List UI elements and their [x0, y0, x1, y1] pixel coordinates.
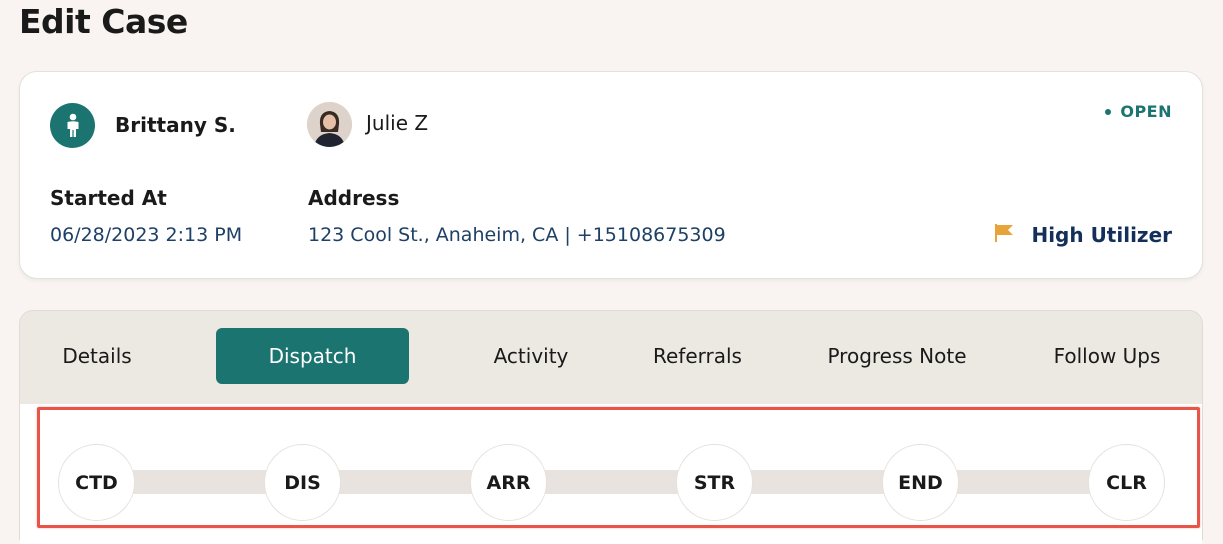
person-icon: [50, 103, 95, 148]
flag-icon: [993, 222, 1015, 248]
worker-name: Julie Z: [366, 111, 429, 135]
status-dot-icon: [1105, 108, 1112, 115]
dispatch-steps-highlight: [37, 407, 1200, 528]
tab-progress-note[interactable]: Progress Note: [804, 328, 990, 384]
address-value: 123 Cool St., Anaheim, CA | +15108675309: [308, 224, 726, 246]
tab-referrals[interactable]: Referrals: [630, 328, 765, 384]
status-badge: OPEN: [1105, 102, 1172, 121]
client-name: Brittany S.: [115, 113, 236, 137]
high-utilizer-tag: High Utilizer: [993, 222, 1172, 248]
page-title: Edit Case: [19, 2, 188, 41]
started-at-value: 06/28/2023 2:13 PM: [50, 224, 243, 246]
address-label: Address: [308, 186, 400, 210]
high-utilizer-label: High Utilizer: [1031, 223, 1172, 247]
tab-dispatch[interactable]: Dispatch: [216, 328, 409, 384]
tab-follow-ups[interactable]: Follow Ups: [1030, 328, 1184, 384]
tab-details[interactable]: Details: [20, 328, 174, 384]
started-at-label: Started At: [50, 186, 167, 210]
tab-activity[interactable]: Activity: [472, 328, 590, 384]
worker-avatar: [307, 102, 352, 147]
case-summary-card: Brittany S. Julie Z OPEN Started At 06/2…: [19, 71, 1203, 279]
status-label: OPEN: [1120, 102, 1172, 121]
